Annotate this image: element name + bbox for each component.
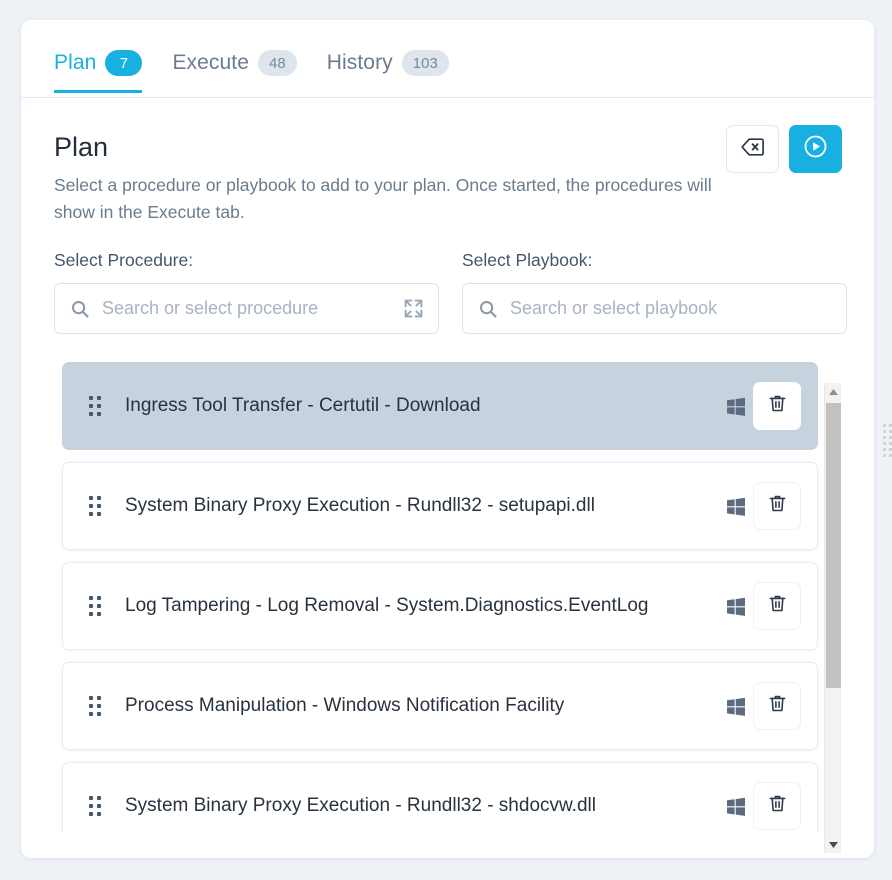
clear-plan-button[interactable] [726, 125, 779, 173]
scroll-down-button[interactable] [825, 836, 842, 853]
playbook-search-input[interactable]: Search or select playbook [462, 283, 847, 334]
plan-action-buttons [726, 125, 842, 173]
playbook-search-placeholder: Search or select playbook [510, 298, 718, 318]
tab-bar: Plan 7 Execute 48 History 103 [21, 20, 874, 98]
play-circle-icon [803, 134, 828, 164]
plan-panel-card: Plan 7 Execute 48 History 103 Plan Selec… [21, 20, 874, 858]
drag-handle-icon[interactable] [89, 596, 101, 616]
windows-logo-icon [725, 595, 747, 617]
search-icon [70, 299, 90, 319]
scroll-up-button[interactable] [825, 383, 842, 400]
run-plan-button[interactable] [789, 125, 842, 173]
tab-history[interactable]: History 103 [327, 50, 449, 93]
procedure-search-input[interactable]: Search or select procedure [54, 283, 439, 334]
plan-procedure-list-inner: Ingress Tool Transfer - Certutil - Downl… [54, 358, 826, 833]
tab-history-badge: 103 [401, 50, 449, 76]
windows-logo-icon [725, 695, 747, 717]
tab-list: Plan 7 Execute 48 History 103 [54, 50, 449, 93]
drag-handle-icon[interactable] [89, 396, 101, 416]
search-icon [478, 299, 498, 319]
delete-plan-item-button[interactable] [753, 582, 801, 630]
trash-icon [767, 493, 788, 519]
windows-logo-icon [725, 795, 747, 817]
windows-logo-icon [725, 395, 747, 417]
tab-plan-badge: 7 [105, 50, 143, 76]
expand-arrows-icon[interactable] [403, 298, 424, 319]
drag-handle-icon[interactable] [89, 796, 101, 816]
app-root: Plan 7 Execute 48 History 103 Plan Selec… [0, 0, 892, 880]
scrollbar-thumb[interactable] [826, 403, 841, 688]
tab-execute[interactable]: Execute 48 [172, 50, 297, 93]
tab-execute-label: Execute [172, 51, 250, 74]
plan-item-name: Log Tampering - Log Removal - System.Dia… [125, 595, 649, 616]
delete-plan-item-button[interactable] [753, 682, 801, 730]
trash-icon [767, 593, 788, 619]
trash-icon [767, 793, 788, 819]
delete-plan-item-button[interactable] [753, 482, 801, 530]
plan-procedure-list: Ingress Tool Transfer - Certutil - Downl… [54, 358, 847, 833]
plan-item-name: System Binary Proxy Execution - Rundll32… [125, 795, 596, 816]
procedure-select-label: Select Procedure: [54, 250, 194, 270]
trash-icon [767, 693, 788, 719]
delete-plan-item-button[interactable] [753, 382, 801, 430]
tab-history-label: History [326, 51, 393, 74]
caret-up-icon [828, 383, 839, 401]
page-description: Select a procedure or playbook to add to… [54, 175, 712, 222]
tab-execute-badge: 48 [258, 50, 297, 76]
windows-logo-icon [725, 495, 747, 517]
plan-item[interactable]: Ingress Tool Transfer - Certutil - Downl… [62, 362, 818, 450]
plan-list-scrollbar[interactable] [824, 383, 841, 853]
playbook-select-label: Select Playbook: [462, 250, 593, 270]
plan-item-name: Process Manipulation - Windows Notificat… [125, 695, 565, 716]
delete-plan-item-button[interactable] [753, 782, 801, 830]
plan-item[interactable]: System Binary Proxy Execution - Rundll32… [62, 762, 818, 833]
plan-item[interactable]: Process Manipulation - Windows Notificat… [62, 662, 818, 750]
drag-handle-icon[interactable] [89, 696, 101, 716]
trash-icon [767, 393, 788, 419]
procedure-search-placeholder: Search or select procedure [102, 298, 319, 318]
tab-plan-label: Plan [54, 51, 97, 74]
backspace-delete-icon [740, 137, 765, 162]
plan-item[interactable]: Log Tampering - Log Removal - System.Dia… [62, 562, 818, 650]
page-title: Plan [54, 132, 109, 162]
caret-down-icon [828, 836, 839, 854]
tab-plan[interactable]: Plan 7 [54, 50, 143, 93]
drag-handle-icon[interactable] [89, 496, 101, 516]
plan-item[interactable]: System Binary Proxy Execution - Rundll32… [62, 462, 818, 550]
panel-resize-handle[interactable] [882, 418, 892, 462]
plan-item-name: System Binary Proxy Execution - Rundll32… [125, 495, 595, 516]
plan-item-name: Ingress Tool Transfer - Certutil - Downl… [125, 395, 481, 416]
